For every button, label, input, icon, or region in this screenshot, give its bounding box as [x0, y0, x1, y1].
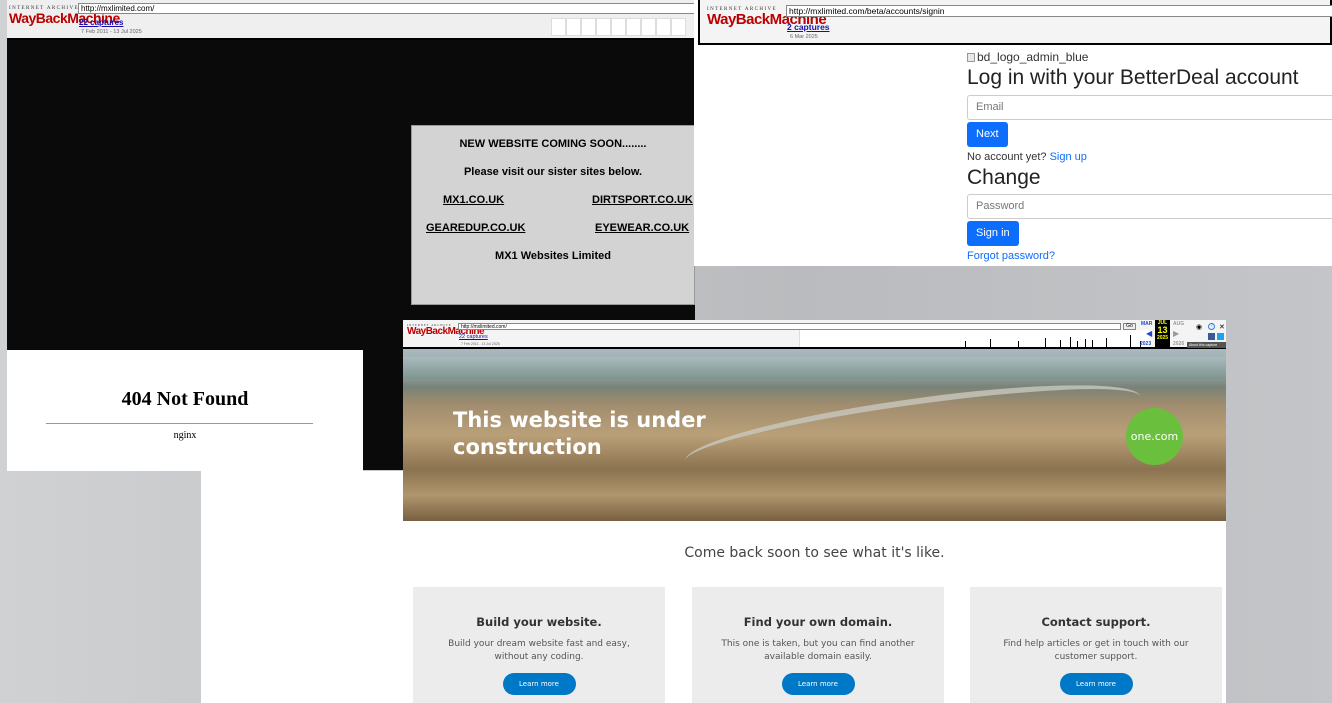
help-icon[interactable]: ? — [1208, 323, 1215, 330]
link-dirtsport[interactable]: DIRTSPORT.CO.UK — [592, 194, 693, 206]
wayback-url-input[interactable]: http://mxlimited.com/beta/accounts/signi… — [786, 5, 1332, 17]
logo-alt-text: bd_logo_admin_blue — [977, 50, 1089, 64]
blank-window — [201, 471, 406, 703]
capture-date-range: 7 Feb 2011 - 13 Jul 2025 — [461, 342, 500, 346]
forgot-password-link[interactable]: Forgot password? — [967, 250, 1332, 262]
card-find-domain: Find your own domain. This one is taken,… — [692, 587, 944, 703]
not-found-title: 404 Not Found — [121, 388, 249, 410]
email-input[interactable]: Email — [967, 95, 1332, 120]
link-mx1[interactable]: MX1.CO.UK — [443, 194, 504, 206]
next-arrow-icon[interactable]: ▶ — [1173, 329, 1179, 338]
hero-banner: This website is under construction one.c… — [403, 349, 1226, 521]
captures-link[interactable]: 2 captures — [787, 22, 830, 32]
onecom-logo[interactable]: one.com — [1126, 408, 1183, 465]
divider — [46, 423, 313, 424]
card-text: Find help articles or get in touch with … — [1003, 639, 1189, 662]
next-button[interactable]: Next — [967, 122, 1008, 147]
prev-year[interactable]: 2023 — [1140, 341, 1151, 347]
prev-arrow-icon[interactable]: ◀ — [1146, 329, 1152, 338]
card-contact-support: Contact support. Find help articles or g… — [970, 587, 1222, 703]
learn-more-button[interactable]: Learn more — [1059, 673, 1133, 695]
coming-soon-heading: NEW WEBSITE COMING SOON........ — [459, 138, 647, 150]
twitter-icon[interactable] — [1217, 333, 1224, 340]
card-title: Build your website. — [476, 615, 602, 629]
capture-date: 6 Mar 2025 — [790, 34, 818, 40]
company-name: MX1 Websites Limited — [495, 250, 611, 262]
login-title: Log in with your BetterDeal account — [967, 66, 1299, 89]
betterdeal-window: INTERNET ARCHIVE WayBackMachine http://m… — [694, 0, 1332, 266]
current-year: 2025 — [1156, 335, 1169, 341]
no-account-text: No account yet? — [967, 151, 1047, 163]
learn-more-button[interactable]: Learn more — [781, 673, 855, 695]
next-year[interactable]: 2026 — [1173, 341, 1184, 347]
signup-row: No account yet? Sign up — [967, 151, 1332, 163]
wayback-url-input[interactable]: http://mxlimited.com/ — [458, 323, 1121, 330]
capture-timeline[interactable] — [551, 18, 686, 36]
wayback-url-input[interactable]: http://mxlimited.com/ — [78, 3, 695, 14]
wayback-toolbar: INTERNET ARCHIVE WayBackMachine http://m… — [698, 0, 1332, 45]
brand-logo: bd_logo_admin_blue — [967, 50, 1332, 64]
wayback-toolbar: INTERNET ARCHIVE WayBackMachine http://m… — [403, 320, 1226, 349]
sister-sites-text: Please visit our sister sites below. — [463, 166, 643, 178]
broken-image-icon — [967, 52, 975, 62]
hero-title: This website is under construction — [453, 408, 706, 459]
current-capture: JUL 13 2025 — [1155, 320, 1170, 347]
captures-link[interactable]: 22 captures — [79, 18, 123, 27]
card-text: This one is taken, but you can find anot… — [721, 639, 915, 662]
card-build-website: Build your website. Build your dream web… — [413, 587, 665, 703]
captures-link[interactable]: 22 captures — [459, 334, 488, 340]
card-text: Build your dream website fast and easy, … — [448, 639, 630, 662]
learn-more-button[interactable]: Learn more — [502, 673, 576, 695]
onecom-window: INTERNET ARCHIVE WayBackMachine http://m… — [403, 320, 1226, 703]
next-month[interactable]: AUG — [1173, 321, 1184, 327]
link-gearedup[interactable]: GEAREDUP.CO.UK — [426, 222, 525, 234]
change-heading: Change — [967, 166, 1041, 189]
not-found-page: 404 Not Found nginx — [7, 350, 363, 471]
coming-soon-panel: NEW WEBSITE COMING SOON........ Please v… — [411, 125, 695, 305]
card-title: Contact support. — [1041, 615, 1151, 629]
close-icon[interactable]: ✕ — [1219, 323, 1225, 331]
capture-date-range: 7 Feb 2011 - 13 Jul 2025 — [81, 29, 142, 35]
prev-month[interactable]: MAR — [1141, 321, 1152, 327]
tagline: Come back soon to see what it's like. — [684, 545, 945, 561]
sign-in-button[interactable]: Sign in — [967, 221, 1019, 246]
capture-sparkline[interactable] — [799, 330, 1149, 347]
facebook-icon[interactable] — [1208, 333, 1215, 340]
go-button[interactable]: Go — [1123, 323, 1136, 330]
user-icon[interactable]: ◉ — [1196, 323, 1202, 331]
wayback-toolbar: INTERNET ARCHIVE WayBackMachine http://m… — [7, 0, 695, 40]
password-input[interactable]: Password — [967, 194, 1332, 219]
server-name: nginx — [173, 430, 197, 441]
link-eyewear[interactable]: EYEWEAR.CO.UK — [595, 222, 689, 234]
about-capture-button[interactable]: About this capture — [1187, 342, 1226, 348]
signup-link[interactable]: Sign up — [1050, 151, 1087, 163]
hero-sea — [403, 357, 1226, 379]
login-form: bd_logo_admin_blue Log in with your Bett… — [967, 50, 1332, 262]
current-day: 13 — [1157, 325, 1168, 335]
card-title: Find your own domain. — [743, 615, 893, 629]
